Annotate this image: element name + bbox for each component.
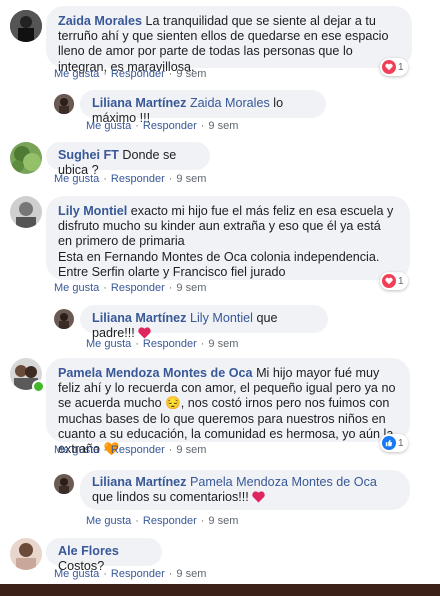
comment-author[interactable]: Zaida Morales	[58, 14, 142, 28]
comment-bubble: Lily Montiel exacto mi hijo fue el más f…	[46, 196, 410, 280]
like-button[interactable]: Me gusta	[54, 282, 99, 294]
separator: ·	[103, 444, 107, 456]
timestamp[interactable]: 9 sem	[176, 68, 206, 80]
separator: ·	[168, 444, 173, 456]
reply-button[interactable]: Responder	[111, 68, 165, 80]
separator: ·	[200, 338, 205, 350]
mention-link[interactable]: Zaida Morales	[190, 96, 270, 110]
reply-bubble: Liliana Martínez Zaida Morales lo máximo…	[80, 90, 326, 125]
comment-author[interactable]: Ale Flores	[58, 544, 119, 558]
comment-author[interactable]: Liliana Martínez	[92, 475, 186, 489]
separator: ·	[200, 515, 205, 527]
reply-button[interactable]: Responder	[111, 568, 165, 580]
separator: ·	[135, 338, 139, 350]
comment-actions: Me gusta · Responder · 9 sem	[86, 515, 238, 527]
separator: ·	[103, 173, 107, 185]
reaction-number: 1	[398, 61, 404, 73]
avatar[interactable]	[10, 196, 42, 228]
mention-link[interactable]: Lily Montiel	[190, 311, 253, 325]
timestamp[interactable]: 9 sem	[176, 282, 206, 294]
comment-bubble: Ale Flores Costos?	[46, 538, 162, 573]
reply-button[interactable]: Responder	[143, 120, 197, 132]
avatar[interactable]	[54, 474, 74, 494]
reply-button[interactable]: Responder	[143, 338, 197, 350]
separator: ·	[168, 68, 173, 80]
comment-author[interactable]: Lily Montiel	[58, 204, 127, 218]
timestamp[interactable]: 9 sem	[208, 120, 238, 132]
like-button[interactable]: Me gusta	[86, 515, 131, 527]
reply-button[interactable]: Responder	[111, 173, 165, 185]
separator: ·	[168, 173, 173, 185]
comment-author[interactable]: Liliana Martínez	[92, 96, 186, 110]
comment-author[interactable]: Sughei FT	[58, 148, 119, 162]
footer-bar	[0, 584, 440, 596]
comment-text: que lindos su comentarios!!!	[92, 490, 249, 505]
comment-author[interactable]: Liliana Martínez	[92, 311, 186, 325]
like-button[interactable]: Me gusta	[54, 568, 99, 580]
avatar[interactable]	[10, 10, 42, 42]
reaction-number: 1	[398, 437, 404, 449]
comment-bubble: Zaida Morales La tranquilidad que se sie…	[46, 6, 412, 74]
comment-actions: Me gusta · Responder · 9 sem	[54, 173, 206, 185]
like-button[interactable]: Me gusta	[54, 68, 99, 80]
reply-bubble: Liliana Martínez Pamela Mendoza Montes d…	[80, 470, 410, 510]
comment-actions: Me gusta · Responder · 9 sem	[54, 282, 206, 294]
comment-actions: Me gusta · Responder · 9 sem	[54, 568, 206, 580]
reply-button[interactable]: Responder	[111, 282, 165, 294]
comment-author[interactable]: Pamela Mendoza Montes de Oca	[58, 366, 253, 380]
like-button[interactable]: Me gusta	[54, 173, 99, 185]
separator: ·	[168, 568, 173, 580]
mention-link[interactable]: Pamela Mendoza Montes de Oca	[190, 475, 377, 489]
avatar[interactable]	[10, 142, 42, 174]
avatar[interactable]	[54, 309, 74, 329]
like-button[interactable]: Me gusta	[86, 120, 131, 132]
like-reaction-icon	[382, 436, 396, 450]
timestamp[interactable]: 9 sem	[176, 444, 206, 456]
timestamp[interactable]: 9 sem	[208, 515, 238, 527]
comment-actions: Me gusta · Responder · 9 sem	[86, 120, 238, 132]
avatar[interactable]	[54, 94, 74, 114]
timestamp[interactable]: 9 sem	[176, 568, 206, 580]
avatar[interactable]	[10, 538, 42, 570]
like-button[interactable]: Me gusta	[86, 338, 131, 350]
reply-button[interactable]: Responder	[111, 444, 165, 456]
online-status-indicator	[32, 380, 45, 393]
comment-bubble: Pamela Mendoza Montes de Oca Mi hijo may…	[46, 358, 410, 456]
comment-text-2: Esta en Fernando Montes de Oca colonia i…	[58, 249, 380, 279]
reply-button[interactable]: Responder	[143, 515, 197, 527]
timestamp[interactable]: 9 sem	[176, 173, 206, 185]
heart-reaction-icon	[382, 60, 396, 74]
reply-bubble: Liliana Martínez Lily Montiel que padre!…	[80, 305, 328, 340]
heart-reaction-icon	[382, 274, 396, 288]
red-heart-emoji-icon	[252, 491, 266, 503]
separator: ·	[168, 282, 173, 294]
separator: ·	[135, 515, 139, 527]
separator: ·	[200, 120, 205, 132]
like-button[interactable]: Me gusta	[54, 444, 99, 456]
separator: ·	[103, 568, 107, 580]
separator: ·	[103, 282, 107, 294]
reaction-count[interactable]: 1	[380, 434, 408, 452]
comment-actions: Me gusta · Responder · 9 sem	[54, 444, 206, 456]
reaction-count[interactable]: 1	[380, 58, 408, 76]
comment-actions: Me gusta · Responder · 9 sem	[86, 338, 238, 350]
separator: ·	[135, 120, 139, 132]
reaction-count[interactable]: 1	[380, 272, 408, 290]
comment-bubble: Sughei FT Donde se ubica ?	[46, 142, 210, 177]
separator: ·	[103, 68, 107, 80]
timestamp[interactable]: 9 sem	[208, 338, 238, 350]
comment-actions: Me gusta · Responder · 9 sem	[54, 68, 206, 80]
reaction-number: 1	[398, 275, 404, 287]
